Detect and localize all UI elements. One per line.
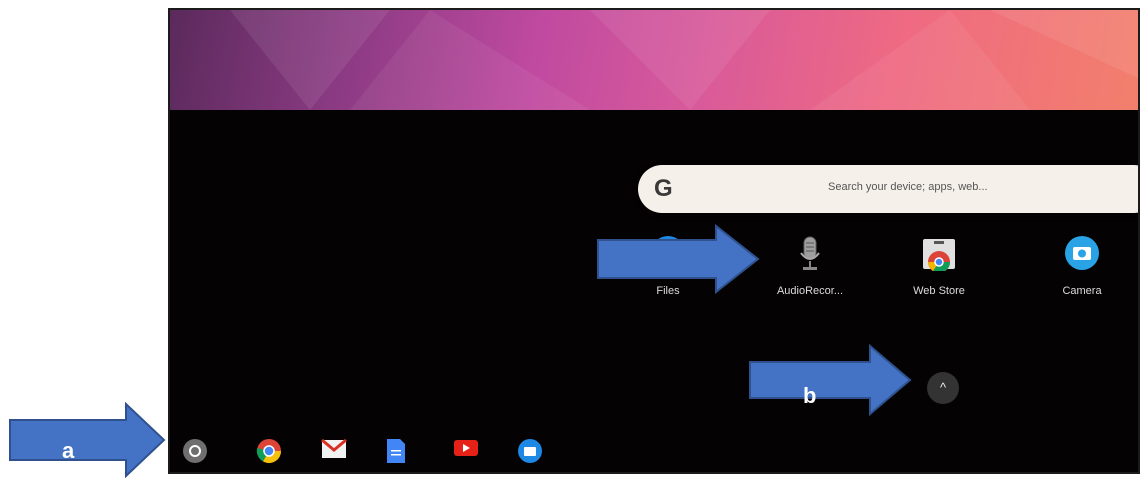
camera-icon xyxy=(1064,235,1100,271)
docs-icon[interactable] xyxy=(386,438,408,463)
app-label-web-store: Web Store xyxy=(913,285,965,297)
web-store-icon xyxy=(921,235,957,273)
app-label-camera: Camera xyxy=(1062,285,1102,297)
annotation-arrow-audiorecorder xyxy=(597,224,760,294)
annotation-label-b: b xyxy=(803,383,817,408)
gmail-icon[interactable] xyxy=(321,438,347,460)
annotation-label-a: a xyxy=(62,438,75,463)
microphone-icon xyxy=(792,235,828,271)
app-label-audiorecorder: AudioRecor... xyxy=(776,285,844,297)
chevron-up-icon[interactable]: ^ xyxy=(927,372,959,404)
annotation-arrow-b xyxy=(749,344,912,416)
annotation-arrow-a xyxy=(9,402,166,478)
chrome-icon[interactable] xyxy=(256,438,281,464)
google-logo: G xyxy=(654,175,673,202)
wallpaper xyxy=(170,10,1138,110)
app-web-store[interactable]: Web Store xyxy=(894,235,984,297)
shelf xyxy=(170,420,1138,472)
wallpaper-pattern xyxy=(230,10,1138,110)
launcher-icon[interactable] xyxy=(182,438,207,463)
app-camera[interactable]: Camera xyxy=(1037,235,1127,297)
files-icon[interactable] xyxy=(517,438,542,463)
search-placeholder: Search your device; apps, web... xyxy=(828,181,988,193)
search-box[interactable]: G Search your device; apps, web... xyxy=(638,165,1138,213)
app-audiorecorder[interactable]: AudioRecor... xyxy=(765,235,855,297)
youtube-icon[interactable] xyxy=(453,438,478,460)
